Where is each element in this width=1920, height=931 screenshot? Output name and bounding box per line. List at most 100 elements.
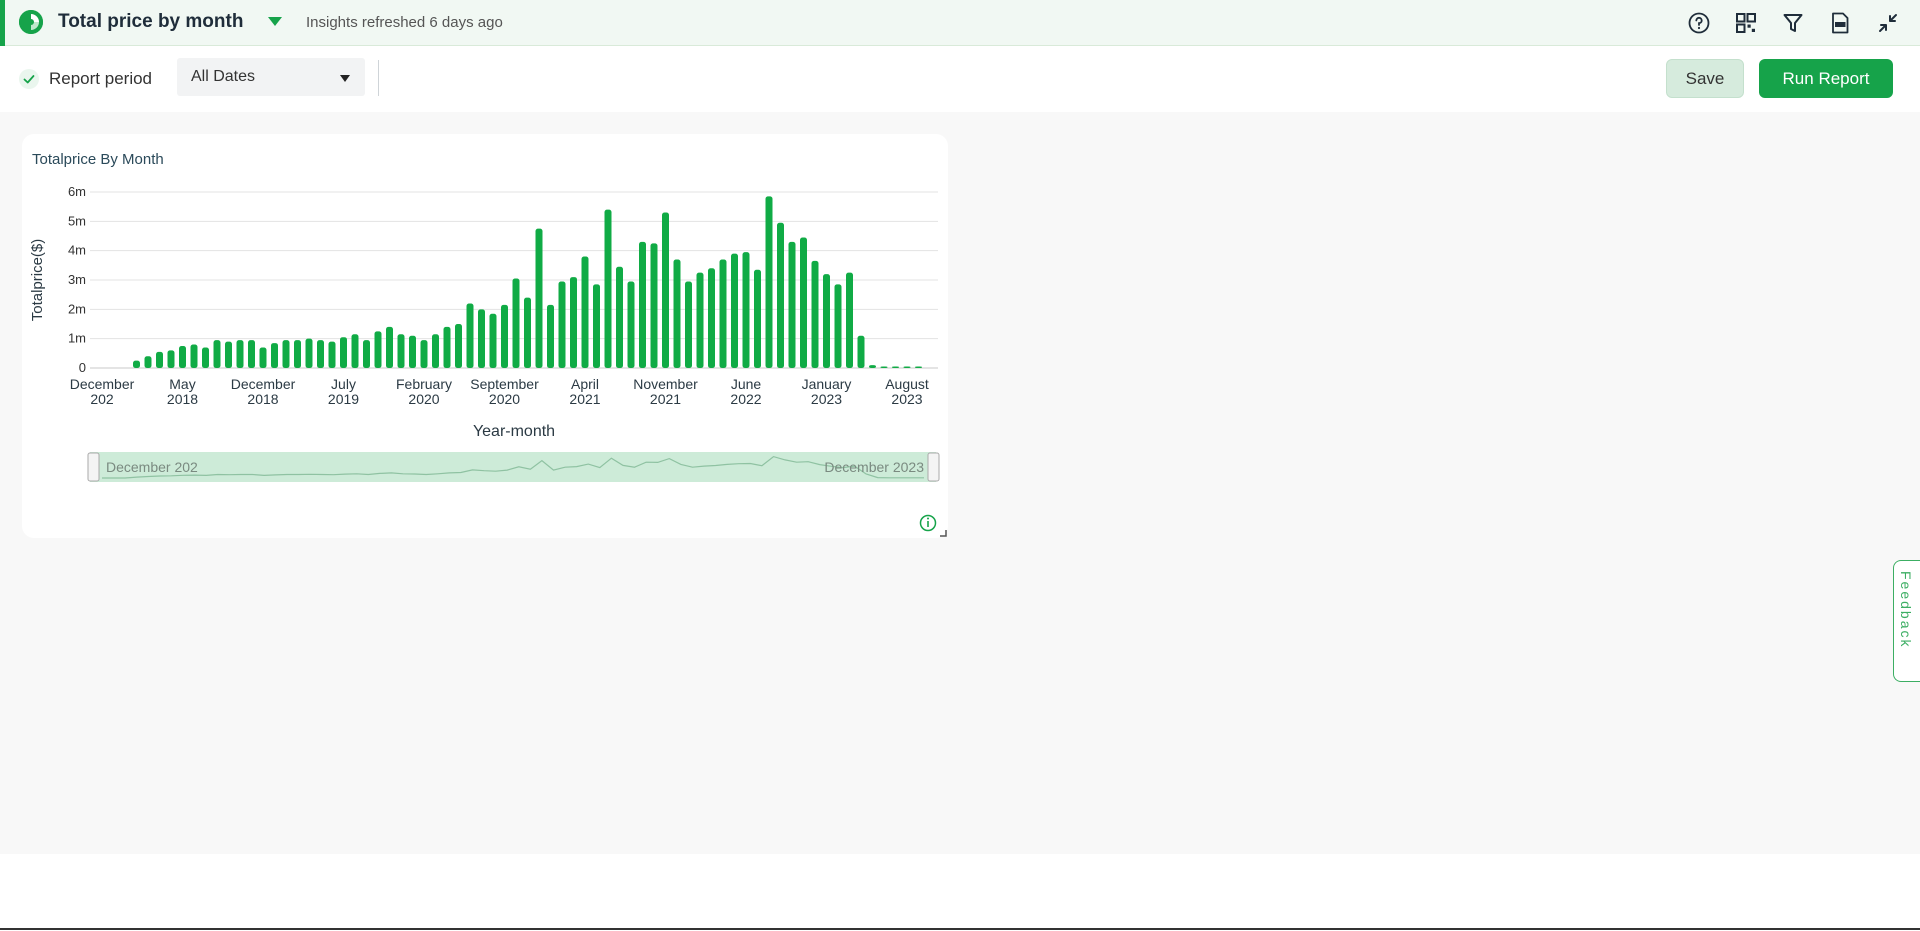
caret-down-icon [340,75,350,82]
bar [179,346,186,368]
x-tick-label: November [633,376,698,392]
bar [892,366,899,368]
bar [742,252,750,368]
bar [696,272,704,368]
chart-card: Totalprice By Month 0 1m 2m 3m 4m 5m 6m Decembe… [22,134,948,538]
bar [777,222,784,368]
header-accent-strip [0,0,5,46]
x-tick-label: April [571,376,599,392]
bar [616,266,623,368]
range-selector-track [90,452,936,482]
y-tick-label: 1m [68,331,86,346]
x-tick-label: 2023 [811,391,842,407]
bar [317,340,324,368]
x-tick-label: 2022 [730,391,761,407]
bottom-border [0,928,1920,930]
x-tick-label: May [169,376,195,392]
x-tick-label: December [70,376,135,392]
bar [834,284,842,368]
bar [478,309,485,368]
x-tick-label: June [731,376,762,392]
run-report-button[interactable]: Run Report [1759,59,1893,98]
bar-chart: 01m2m3m4m5m6mDecember202May2018December2… [29,184,947,537]
bar [363,340,370,368]
bar [708,268,715,368]
bar [489,313,497,368]
bar [512,278,520,368]
bar [225,341,232,368]
bar [443,326,451,368]
x-tick-label: September [470,376,539,392]
bar [731,253,738,368]
x-tick-label: 2018 [167,391,198,407]
bar [915,366,922,368]
bar [788,241,796,368]
range-start-label: December 202 [106,459,198,475]
bar [570,277,577,368]
x-tick-label: December [231,376,296,392]
bar [190,344,198,368]
bar [719,259,727,368]
feedback-label: Feedback [1898,571,1914,649]
bar [501,304,508,368]
bar [811,260,819,368]
bar [593,284,600,368]
bar [248,340,255,368]
date-range-select[interactable]: All Dates [177,58,365,96]
bar [558,281,566,368]
report-period-checkbox[interactable] [19,69,39,89]
bar [823,274,830,368]
bar [685,281,692,368]
bar [167,350,175,368]
y-axis-label: Totalprice($) [29,239,46,322]
bar [765,196,773,368]
bar [639,241,646,368]
bar [305,338,313,368]
dashboard-grid-icon[interactable] [1734,11,1758,35]
bar [581,256,589,368]
x-tick-label: January [802,376,852,392]
bar [604,209,612,368]
bar [857,335,865,368]
help-icon[interactable] [1687,11,1711,35]
bar [547,304,554,368]
collapse-icon[interactable] [1876,11,1900,35]
date-range-value: All Dates [191,68,256,85]
range-handle-left [87,452,100,482]
filter-icon[interactable] [1781,11,1805,35]
bar [903,366,911,368]
y-tick-label: 5m [68,213,86,228]
x-tick-label: 2021 [650,391,681,407]
bar [374,331,382,368]
bar [340,337,347,368]
range-end-label: December 2023 [824,459,924,475]
filter-divider [378,60,379,96]
info-icon-dot [927,517,929,520]
y-tick-label: 4m [68,243,86,258]
x-tick-label: 2020 [408,391,439,407]
bar [386,326,393,368]
chevron-down-icon[interactable] [268,17,282,26]
bar [800,237,807,368]
x-tick-label: 2018 [247,391,278,407]
header-bar: Total price by month Insights refreshed … [0,0,1920,46]
x-tick-label: 2020 [489,391,520,407]
range-handle-right [927,452,940,482]
feedback-tab[interactable]: Feedback [1893,560,1920,682]
x-tick-label: August [885,376,929,392]
bar [880,366,888,368]
bar [259,347,267,368]
bar [673,259,681,368]
bar [397,334,405,368]
report-period-label: Report period [49,69,153,88]
bar [466,303,474,368]
bar [144,356,152,368]
refresh-status: Insights refreshed 6 days ago [306,14,503,31]
bar [662,212,669,368]
pdf-export-icon[interactable] [1828,11,1852,35]
save-button[interactable]: Save [1666,59,1744,98]
bar [432,334,439,368]
x-tick-label: 2019 [328,391,359,407]
x-tick-label: July [331,376,356,392]
bar [202,347,209,368]
